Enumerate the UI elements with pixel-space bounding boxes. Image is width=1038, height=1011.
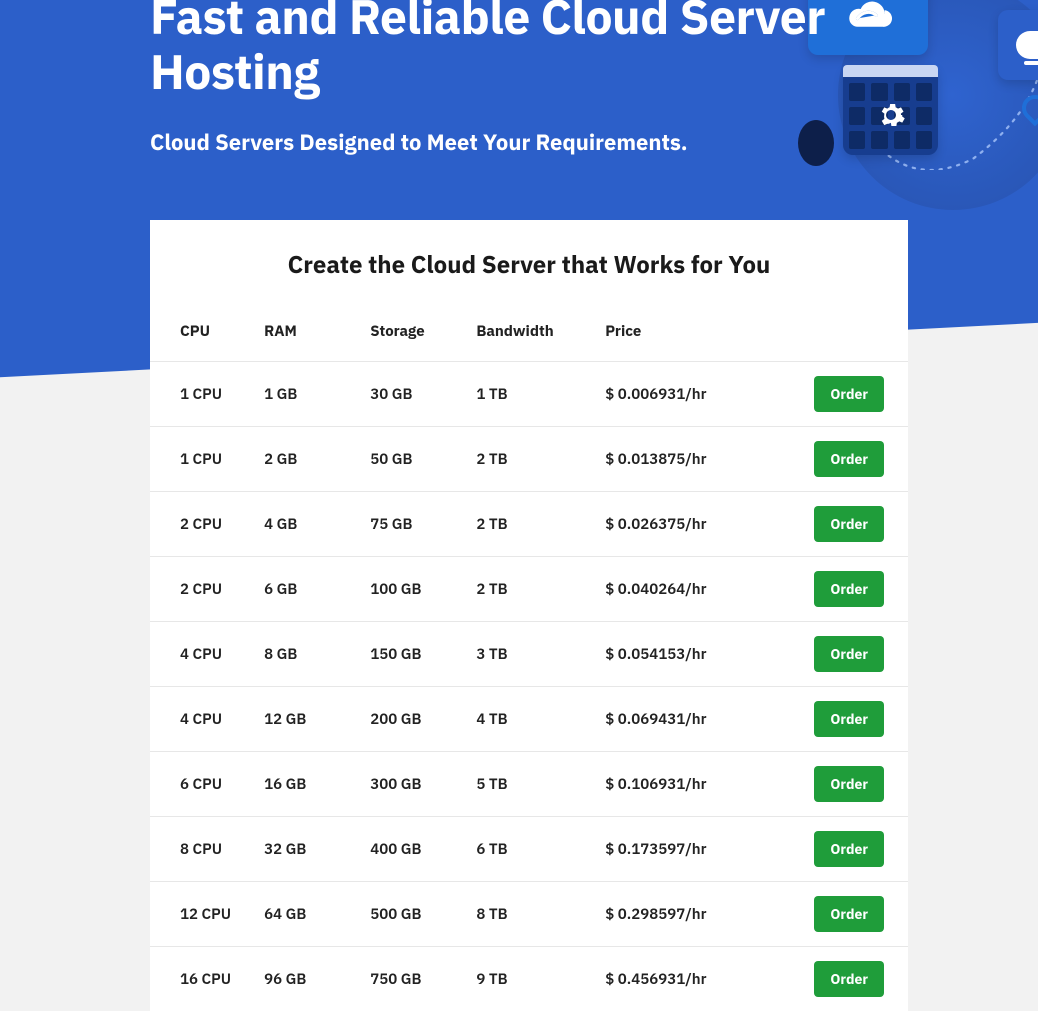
cell-order: Order	[794, 362, 908, 427]
cloud-storage-icon	[998, 10, 1038, 80]
cell-storage: 50 GB	[362, 427, 468, 492]
cell-cpu: 12 CPU	[150, 882, 256, 947]
order-button[interactable]: Order	[814, 831, 884, 867]
cell-order: Order	[794, 622, 908, 687]
cell-price: $ 0.069431/hr	[597, 687, 794, 752]
order-button[interactable]: Order	[814, 896, 884, 932]
cell-cpu: 16 CPU	[150, 947, 256, 1011]
page-title: Fast and Reliable Cloud Server Hosting	[150, 0, 888, 100]
cell-cpu: 2 CPU	[150, 557, 256, 622]
table-header-row: CPU RAM Storage Bandwidth Price	[150, 308, 908, 362]
table-row: 8 CPU32 GB400 GB6 TB$ 0.173597/hr Order	[150, 817, 908, 882]
cell-cpu: 2 CPU	[150, 492, 256, 557]
cell-order: Order	[794, 752, 908, 817]
table-row: 4 CPU12 GB200 GB4 TB$ 0.069431/hr Order	[150, 687, 908, 752]
cell-price: $ 0.106931/hr	[597, 752, 794, 817]
cell-ram: 2 GB	[256, 427, 362, 492]
cell-storage: 75 GB	[362, 492, 468, 557]
cell-ram: 4 GB	[256, 492, 362, 557]
cell-price: $ 0.013875/hr	[597, 427, 794, 492]
col-ram: RAM	[256, 308, 362, 362]
cell-storage: 750 GB	[362, 947, 468, 1011]
col-bandwidth: Bandwidth	[468, 308, 597, 362]
pricing-table: CPU RAM Storage Bandwidth Price 1 CPU1 G…	[150, 308, 908, 1011]
cell-bandwidth: 9 TB	[468, 947, 597, 1011]
page-subtitle: Cloud Servers Designed to Meet Your Requ…	[150, 128, 888, 157]
cell-bandwidth: 1 TB	[468, 362, 597, 427]
cell-storage: 150 GB	[362, 622, 468, 687]
panel-heading: Create the Cloud Server that Works for Y…	[150, 248, 908, 280]
cell-storage: 30 GB	[362, 362, 468, 427]
cell-bandwidth: 2 TB	[468, 492, 597, 557]
col-storage: Storage	[362, 308, 468, 362]
cell-storage: 200 GB	[362, 687, 468, 752]
col-cpu: CPU	[150, 308, 256, 362]
cell-price: $ 0.054153/hr	[597, 622, 794, 687]
cell-price: $ 0.026375/hr	[597, 492, 794, 557]
cell-ram: 32 GB	[256, 817, 362, 882]
cell-price: $ 0.040264/hr	[597, 557, 794, 622]
order-button[interactable]: Order	[814, 441, 884, 477]
cell-ram: 1 GB	[256, 362, 362, 427]
table-row: 4 CPU8 GB150 GB3 TB$ 0.054153/hr Order	[150, 622, 908, 687]
order-button[interactable]: Order	[814, 376, 884, 412]
cell-bandwidth: 2 TB	[468, 557, 597, 622]
table-row: 6 CPU16 GB300 GB5 TB$ 0.106931/hr Order	[150, 752, 908, 817]
cell-price: $ 0.006931/hr	[597, 362, 794, 427]
cell-bandwidth: 4 TB	[468, 687, 597, 752]
table-row: 12 CPU64 GB500 GB8 TB$ 0.298597/hr Order	[150, 882, 908, 947]
cell-ram: 12 GB	[256, 687, 362, 752]
table-row: 1 CPU1 GB30 GB1 TB$ 0.006931/hr Order	[150, 362, 908, 427]
cell-price: $ 0.298597/hr	[597, 882, 794, 947]
cell-cpu: 4 CPU	[150, 687, 256, 752]
table-row: 2 CPU4 GB75 GB2 TB$ 0.026375/hr Order	[150, 492, 908, 557]
order-button[interactable]: Order	[814, 571, 884, 607]
cell-bandwidth: 6 TB	[468, 817, 597, 882]
table-row: 16 CPU96 GB750 GB9 TB$ 0.456931/hr Order	[150, 947, 908, 1011]
cell-order: Order	[794, 687, 908, 752]
table-row: 2 CPU6 GB100 GB2 TB$ 0.040264/hr Order	[150, 557, 908, 622]
cell-price: $ 0.456931/hr	[597, 947, 794, 1011]
cell-ram: 6 GB	[256, 557, 362, 622]
cell-cpu: 6 CPU	[150, 752, 256, 817]
cell-cpu: 8 CPU	[150, 817, 256, 882]
cell-bandwidth: 8 TB	[468, 882, 597, 947]
cell-ram: 16 GB	[256, 752, 362, 817]
cell-order: Order	[794, 557, 908, 622]
cell-cpu: 1 CPU	[150, 362, 256, 427]
order-button[interactable]: Order	[814, 636, 884, 672]
cell-ram: 64 GB	[256, 882, 362, 947]
cell-bandwidth: 2 TB	[468, 427, 597, 492]
cell-order: Order	[794, 947, 908, 1011]
cell-storage: 500 GB	[362, 882, 468, 947]
cell-order: Order	[794, 817, 908, 882]
cell-order: Order	[794, 492, 908, 557]
cell-cpu: 4 CPU	[150, 622, 256, 687]
order-button[interactable]: Order	[814, 701, 884, 737]
cell-bandwidth: 3 TB	[468, 622, 597, 687]
cell-order: Order	[794, 882, 908, 947]
table-row: 1 CPU2 GB50 GB2 TB$ 0.013875/hr Order	[150, 427, 908, 492]
cell-price: $ 0.173597/hr	[597, 817, 794, 882]
order-button[interactable]: Order	[814, 961, 884, 997]
cell-cpu: 1 CPU	[150, 427, 256, 492]
cell-ram: 96 GB	[256, 947, 362, 1011]
order-button[interactable]: Order	[814, 766, 884, 802]
cell-bandwidth: 5 TB	[468, 752, 597, 817]
order-button[interactable]: Order	[814, 506, 884, 542]
cell-storage: 100 GB	[362, 557, 468, 622]
pricing-panel: Create the Cloud Server that Works for Y…	[150, 220, 908, 1011]
cell-order: Order	[794, 427, 908, 492]
cell-ram: 8 GB	[256, 622, 362, 687]
cell-storage: 400 GB	[362, 817, 468, 882]
cell-storage: 300 GB	[362, 752, 468, 817]
col-price: Price	[597, 308, 794, 362]
col-order	[794, 308, 908, 362]
